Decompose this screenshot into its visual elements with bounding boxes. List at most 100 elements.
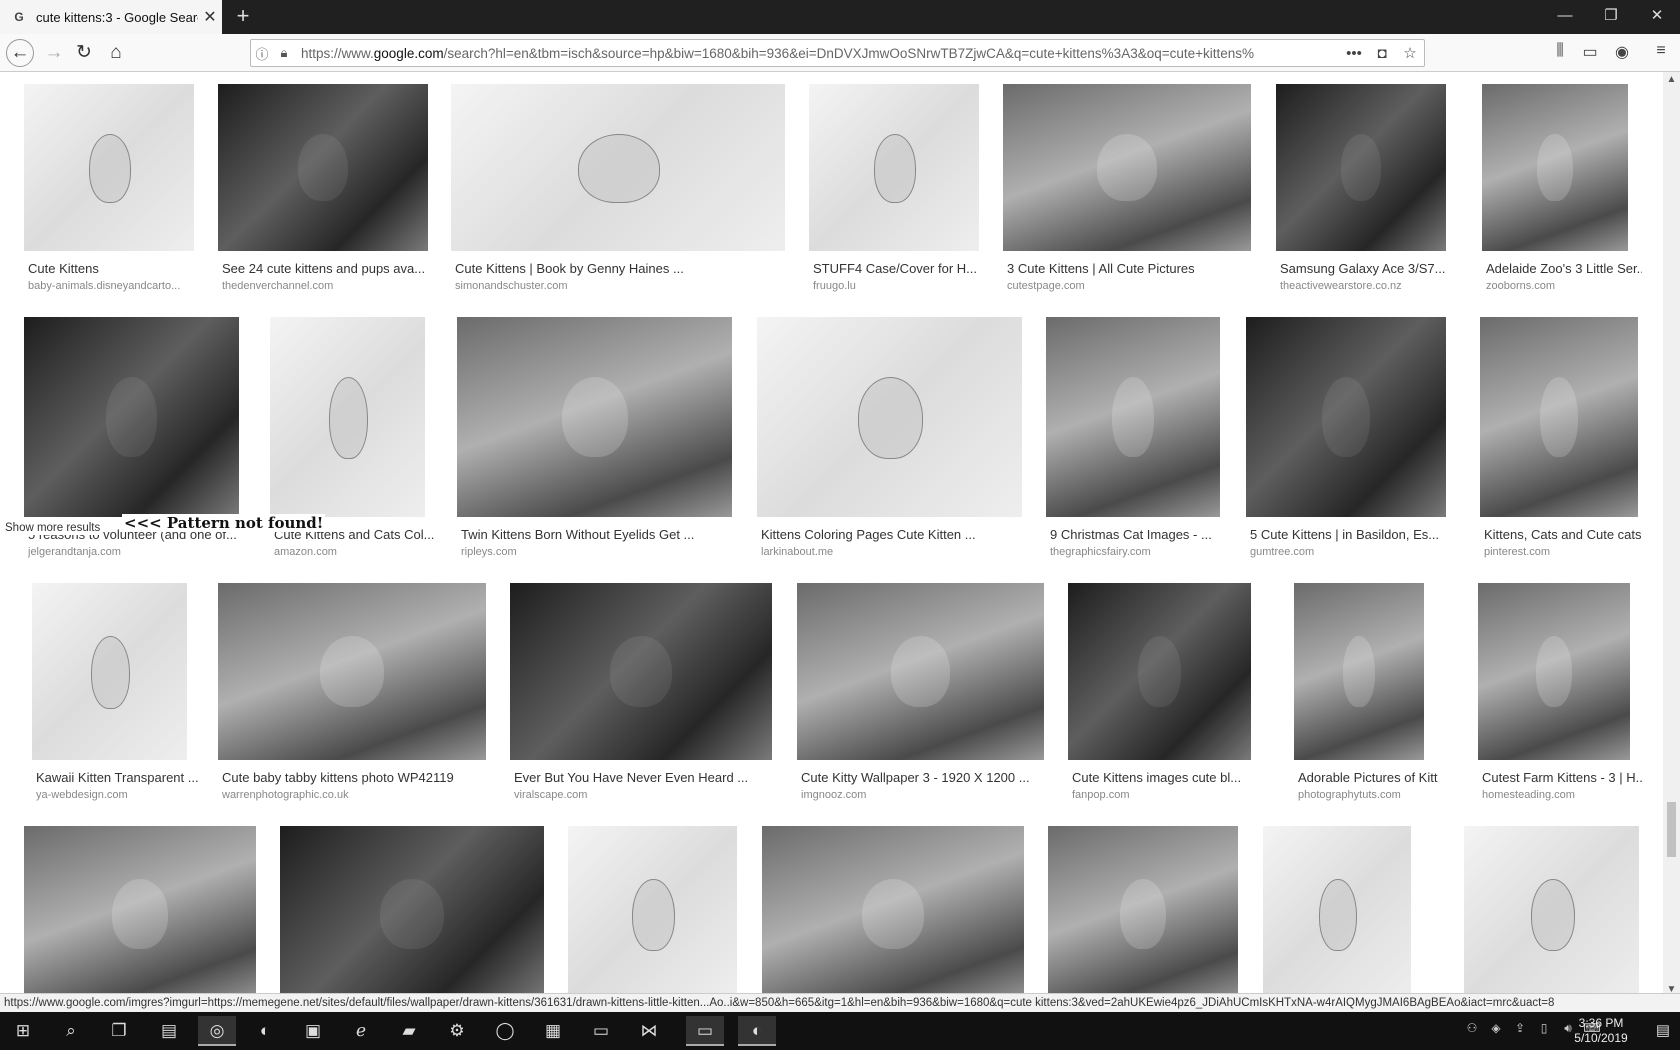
image-result-card[interactable]: 5 Cute Kittens | in Basildon, Es... gumtr… (1246, 317, 1446, 558)
result-title[interactable]: Adorable Pictures of Kittens (1298, 770, 1438, 785)
image-result-card[interactable] (1048, 826, 1238, 997)
kitten-thumbnail-image[interactable] (218, 84, 428, 251)
notifications-icon[interactable]: ▤ (1656, 1021, 1670, 1039)
result-title[interactable]: 9 Christmas Cat Images - ... (1050, 527, 1234, 542)
forward-arrow-icon[interactable]: → (40, 40, 68, 66)
result-source[interactable]: thegraphicsfairy.com (1050, 546, 1234, 558)
result-title[interactable]: Cute Kittens images cute bl... (1072, 770, 1265, 785)
opera-icon[interactable]: ◯ (486, 1016, 524, 1046)
image-result-card[interactable]: Cute Kittens images cute bl... fanpop.com (1068, 583, 1251, 801)
kitten-thumbnail-image[interactable] (568, 826, 737, 997)
task-view-icon[interactable]: ❐ (100, 1016, 138, 1046)
result-source[interactable]: homesteading.com (1482, 789, 1644, 801)
url-text[interactable]: https://www.google.com/search?hl=en&tbm=… (295, 46, 1340, 61)
back-arrow-icon[interactable]: ← (6, 39, 34, 67)
lock-icon[interactable]: 🔒︎ (273, 45, 295, 61)
result-source[interactable]: ripleys.com (461, 546, 746, 558)
image-result-card[interactable]: Cute baby tabby kittens photo WP42119 war… (218, 583, 486, 801)
result-title[interactable]: Cute baby tabby kittens photo WP42119 (222, 770, 500, 785)
image-result-card[interactable]: Cute Kittens baby-animals.disneyandcarto.… (24, 84, 194, 292)
image-result-card[interactable]: Ever But You Have Never Even Heard ... vi… (510, 583, 772, 801)
scroll-up-icon[interactable]: ▲ (1663, 74, 1680, 85)
edge-icon[interactable]: ℯ (342, 1016, 380, 1046)
result-source[interactable]: fanpop.com (1072, 789, 1265, 801)
firefox-active-icon[interactable]: ◐ (738, 1016, 776, 1046)
image-result-card[interactable] (568, 826, 737, 997)
settings-gear-icon[interactable]: ⚙ (438, 1016, 476, 1046)
home-icon[interactable]: ⌂ (102, 40, 130, 66)
search-icon[interactable]: ⌕ (52, 1016, 90, 1046)
kitten-thumbnail-image[interactable] (1003, 84, 1251, 251)
restore-icon[interactable]: ❐ (1588, 0, 1634, 34)
tray-people-icon[interactable]: ⚇ (1462, 1021, 1482, 1035)
result-title[interactable]: Cute Kittens | Book by Genny Haines ... (455, 261, 799, 276)
kitten-thumbnail-image[interactable] (24, 826, 256, 997)
reload-icon[interactable]: ↻ (70, 40, 98, 66)
result-title[interactable]: Cute Kittens (28, 261, 208, 276)
store-icon[interactable]: ▰ (390, 1016, 428, 1046)
vertical-scrollbar[interactable]: ▲ ▼ (1663, 72, 1680, 997)
result-source[interactable]: ya-webdesign.com (36, 789, 201, 801)
result-title[interactable]: Kittens, Cats and Cute cats (1484, 527, 1652, 542)
kitten-thumbnail-image[interactable] (280, 826, 544, 997)
image-result-card[interactable]: STUFF4 Case/Cover for H... fruugo.lu (809, 84, 979, 292)
result-title[interactable]: Adelaide Zoo's 3 Little Ser... (1486, 261, 1642, 276)
kitten-thumbnail-image[interactable] (218, 583, 486, 760)
kitten-thumbnail-image[interactable] (1263, 826, 1411, 997)
kitten-thumbnail-image[interactable] (451, 84, 785, 251)
image-result-card[interactable]: Adelaide Zoo's 3 Little Ser... zooborns.c… (1482, 84, 1642, 292)
tray-app-icon[interactable]: ◈ (1486, 1021, 1506, 1035)
result-title[interactable]: See 24 cute kittens and pups ava... (222, 261, 442, 276)
image-result-card[interactable] (762, 826, 1024, 997)
result-title[interactable]: Ever But You Have Never Even Heard ... (514, 770, 786, 785)
tab-google-search[interactable]: G cute kittens:3 - Google Search ✕ (0, 0, 222, 34)
save-disk-icon[interactable]: ▣ (294, 1016, 332, 1046)
image-result-card[interactable] (280, 826, 544, 997)
result-title[interactable]: Cutest Farm Kittens - 3 | H... (1482, 770, 1644, 785)
result-source[interactable]: photographytuts.com (1298, 789, 1438, 801)
menu-icon[interactable]: ≡ (1649, 42, 1673, 64)
terminal-active-icon[interactable]: ▭ (686, 1016, 724, 1046)
kitten-thumbnail-image[interactable] (762, 826, 1024, 997)
kitten-thumbnail-image[interactable] (270, 317, 425, 517)
result-title[interactable]: 5 Cute Kittens | in Basildon, Es... (1250, 527, 1460, 542)
sidebar-icon[interactable]: ▭ (1578, 42, 1602, 64)
result-source[interactable]: baby-animals.disneyandcarto... (28, 280, 208, 292)
visual-studio-icon[interactable]: ⋈ (630, 1016, 668, 1046)
image-result-card[interactable]: Samsung Galaxy Ace 3/S7... theactivewears… (1276, 84, 1446, 292)
firefox-icon[interactable]: ◐ (246, 1016, 284, 1046)
result-title[interactable]: Kawaii Kitten Transparent ... (36, 770, 201, 785)
kitten-thumbnail-image[interactable] (797, 583, 1044, 760)
result-source[interactable]: pinterest.com (1484, 546, 1652, 558)
image-result-card[interactable]: Twin Kittens Born Without Eyelids Get ..… (457, 317, 732, 558)
kitten-thumbnail-image[interactable] (1046, 317, 1220, 517)
result-source[interactable]: zooborns.com (1486, 280, 1642, 292)
image-result-card[interactable]: Cute Kitty Wallpaper 3 - 1920 X 1200 ...… (797, 583, 1044, 801)
terminal-icon[interactable]: ▭ (582, 1016, 620, 1046)
image-result-card[interactable]: 9 Christmas Cat Images - ... thegraphicsf… (1046, 317, 1220, 558)
pycharm-icon[interactable]: ▦ (534, 1016, 572, 1046)
file-explorer-icon[interactable]: ▤ (150, 1016, 188, 1046)
result-title[interactable]: Kittens Coloring Pages Cute Kitten ... (761, 527, 1036, 542)
result-source[interactable]: amazon.com (274, 546, 439, 558)
kitten-thumbnail-image[interactable] (1048, 826, 1238, 997)
result-source[interactable]: thedenverchannel.com (222, 280, 442, 292)
close-window-icon[interactable]: ✕ (1634, 0, 1680, 34)
new-tab-icon[interactable]: + (230, 4, 256, 30)
result-title[interactable]: 3 Cute Kittens | All Cute Pictures (1007, 261, 1265, 276)
pocket-icon[interactable]: ◘ (1368, 45, 1396, 62)
result-source[interactable]: theactivewearstore.co.nz (1280, 280, 1460, 292)
image-result-card[interactable]: Cutest Farm Kittens - 3 | H... homesteadi… (1478, 583, 1644, 801)
kitten-thumbnail-image[interactable] (1464, 826, 1639, 997)
kitten-thumbnail-image[interactable] (24, 317, 239, 517)
kitten-thumbnail-image[interactable] (1276, 84, 1446, 251)
network-icon[interactable]: ▯ (1534, 1021, 1554, 1035)
result-title[interactable]: STUFF4 Case/Cover for H... (813, 261, 993, 276)
info-icon[interactable]: ⓘ (251, 44, 273, 63)
result-source[interactable]: larkinabout.me (761, 546, 1036, 558)
clock[interactable]: 3:36 PM 5/10/2019 (1566, 1016, 1636, 1046)
kitten-thumbnail-image[interactable] (1068, 583, 1251, 760)
minimize-icon[interactable]: — (1542, 0, 1588, 34)
kitten-thumbnail-image[interactable] (809, 84, 979, 251)
kitten-thumbnail-image[interactable] (1478, 583, 1630, 760)
